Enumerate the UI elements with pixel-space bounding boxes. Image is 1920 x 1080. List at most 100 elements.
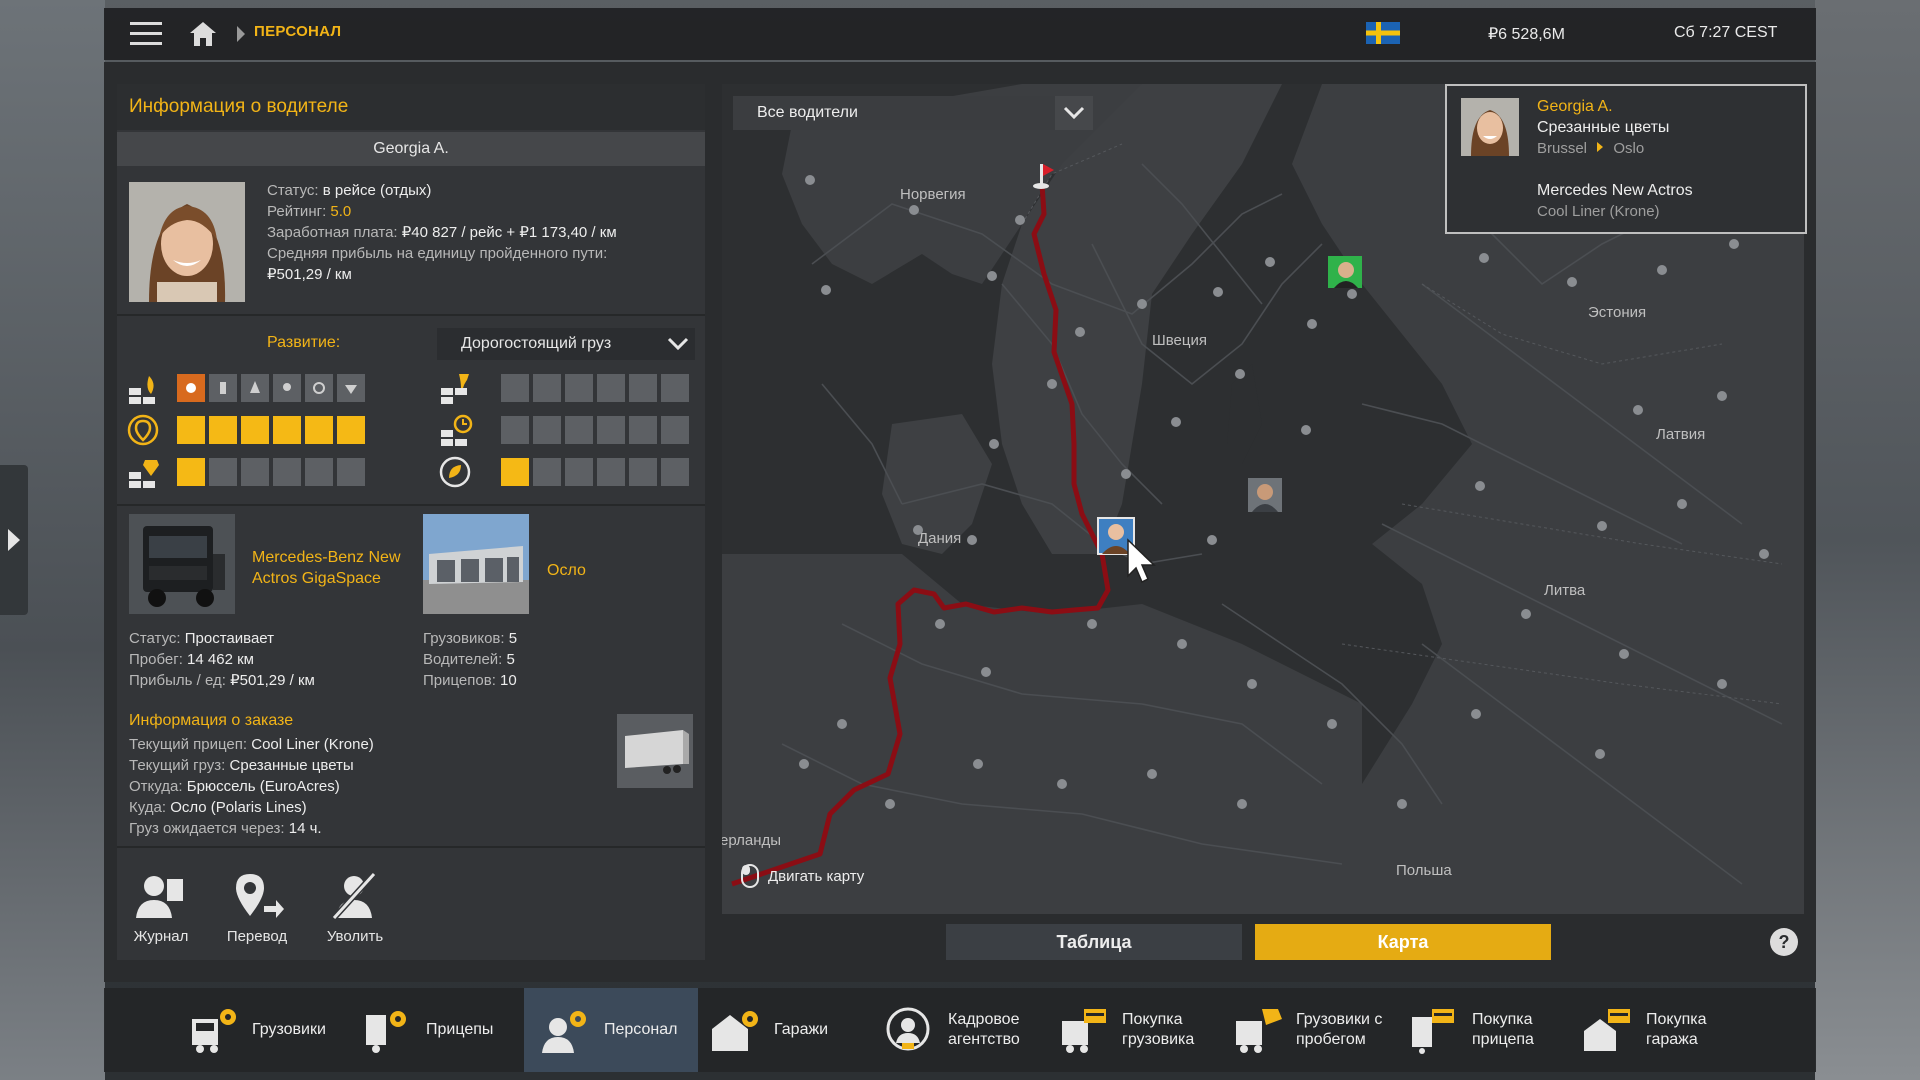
transfer-button[interactable]: Перевод <box>217 872 297 945</box>
driver-avatar <box>129 182 245 302</box>
high-value-level-2 <box>209 458 237 486</box>
salary-value: ₽40 827 / рейс + ₽1 173,40 / км <box>401 224 617 241</box>
corrosive-icon <box>345 385 357 394</box>
garage-drivers-label: Водителей: <box>423 651 503 668</box>
adr-class-corrosive[interactable] <box>337 374 365 402</box>
status-label: Статус: <box>267 182 319 199</box>
map-drag-hint: Двигать карту <box>740 862 864 890</box>
distance-level-5 <box>305 416 333 444</box>
eco-level-5 <box>629 458 657 486</box>
order-from-label: Откуда: <box>129 778 183 795</box>
salary-label: Заработная плата: <box>267 224 398 241</box>
journal-button[interactable]: Журнал <box>121 872 201 945</box>
adr-skill-icon <box>129 376 155 404</box>
truck-image[interactable] <box>129 514 235 614</box>
nav-staff-label: Персонал <box>604 1021 678 1038</box>
distance-skill-icon <box>127 414 159 446</box>
eco-level-3 <box>565 458 593 486</box>
high-value-level-1 <box>177 458 205 486</box>
adr-class-radioactive[interactable] <box>305 374 333 402</box>
breadcrumb-arrow-icon <box>237 26 245 42</box>
flame-icon <box>250 381 260 393</box>
truck-name[interactable]: Mercedes-Benz New Actros GigaSpace <box>252 547 401 589</box>
driver-filter-dropdown-button[interactable] <box>1055 96 1093 130</box>
driver-actions: Журнал Перевод Уволить <box>117 862 705 960</box>
order-to-value: Осло (Polaris Lines) <box>170 799 307 816</box>
nav-buy-garage[interactable]: Покупка гаража <box>1582 988 1742 1072</box>
rating-value: 5.0 <box>330 203 352 220</box>
distance-level-4 <box>273 416 301 444</box>
used-trucks-icon <box>1236 1009 1282 1053</box>
nav-buy-garage-label: Покупка гаража <box>1646 1010 1707 1050</box>
driver-info-panel: Информация о водителе Georgia A. Статус:… <box>117 84 705 960</box>
eco-driving-skill-icon <box>439 456 471 488</box>
just-in-time-level-5 <box>629 416 657 444</box>
game-clock: Сб 7:27 CEST <box>1674 24 1778 41</box>
nav-buy-truck-label: Покупка грузовика <box>1122 1010 1194 1050</box>
development-select[interactable]: Дорогостоящий груз <box>437 328 695 360</box>
help-icon[interactable]: ? <box>1770 928 1798 956</box>
menu-icon[interactable] <box>130 20 162 48</box>
fire-label: Уволить <box>326 928 384 945</box>
garage-trucks-label: Грузовиков: <box>423 630 505 647</box>
garage-city[interactable]: Осло <box>547 562 586 580</box>
adr-class-explosive[interactable] <box>177 374 205 402</box>
truck-status-label: Статус: <box>129 630 181 647</box>
order-from-value: Брюссель (EuroAcres) <box>186 778 340 795</box>
truck-mileage-label: Пробег: <box>129 651 183 668</box>
garage-image[interactable] <box>423 514 529 614</box>
nav-garages[interactable]: Гаражи <box>710 988 860 1072</box>
driver-filter-select[interactable]: Все водители <box>733 96 1093 130</box>
breadcrumb-current[interactable]: ПЕРСОНАЛ <box>254 23 341 40</box>
adr-class-gas[interactable] <box>209 374 237 402</box>
garage-trailers-label: Прицепов: <box>423 672 496 689</box>
home-icon[interactable] <box>188 20 218 48</box>
nav-used-trucks[interactable]: Грузовики с пробегом <box>1232 988 1402 1072</box>
map-label-norway: Норвегия <box>900 186 966 203</box>
garage-stats: Грузовиков: 5 Водителей: 5 Прицепов: 10 <box>423 628 517 691</box>
toxic-icon <box>283 383 291 391</box>
fragile-level-3 <box>565 374 593 402</box>
map-label-netherlands: ерланды <box>722 832 782 849</box>
top-bar: ПЕРСОНАЛ ₽6 528,6M Сб 7:27 CEST <box>104 8 1816 60</box>
nav-used-trucks-line-2: пробегом <box>1296 1031 1366 1048</box>
nav-agency-line-1: Кадровое <box>948 1011 1020 1028</box>
map-label-sweden: Швеция <box>1152 332 1207 349</box>
development-row: Развитие: Дорогостоящий груз <box>117 322 705 366</box>
nav-agency-line-2: агентство <box>948 1031 1020 1048</box>
fragile-level-5 <box>629 374 657 402</box>
nav-buy-trailer[interactable]: Покупка прицепа <box>1408 988 1568 1072</box>
high-value-level-3 <box>241 458 269 486</box>
money-balance: ₽6 528,6M <box>1488 26 1565 43</box>
truck-status-value: Простаивает <box>184 630 275 647</box>
popup-route-from: Brussel <box>1537 140 1588 157</box>
table-view-button[interactable]: Таблица <box>946 924 1242 960</box>
panel-header: Информация о водителе <box>117 84 705 130</box>
garage-trailers-value: 10 <box>500 672 517 689</box>
map-view-button[interactable]: Карта <box>1255 924 1551 960</box>
fragile-level-1 <box>501 374 529 402</box>
driver-details: Статус: в рейсе (отдых) Рейтинг: 5.0 Зар… <box>267 180 617 285</box>
adr-class-toxic[interactable] <box>273 374 301 402</box>
order-info-title: Информация о заказе <box>129 712 294 729</box>
nav-buy-garage-line-1: Покупка <box>1646 1011 1707 1028</box>
adr-class-flammable[interactable] <box>241 374 269 402</box>
nav-trucks[interactable]: Грузовики <box>188 988 348 1072</box>
fire-button[interactable]: Уволить <box>315 872 395 945</box>
nav-buy-truck[interactable]: Покупка грузовика <box>1058 988 1218 1072</box>
driver-marker-other-1 <box>1328 256 1362 288</box>
nav-recruitment-agency[interactable]: Кадровое агентство <box>884 988 1044 1072</box>
nav-staff[interactable]: Персонал <box>524 988 698 1072</box>
journal-icon <box>136 876 185 918</box>
driver-name: Georgia A. <box>117 132 705 166</box>
popup-trailer: Cool Liner (Krone) <box>1537 203 1660 220</box>
nav-trailers[interactable]: Прицепы <box>362 988 522 1072</box>
panel-title: Информация о водителе <box>129 96 349 117</box>
nav-garages-label: Гаражи <box>774 1021 829 1038</box>
buy-truck-icon <box>1062 1009 1106 1053</box>
side-expand-tab[interactable] <box>0 465 28 615</box>
transfer-icon <box>236 874 284 918</box>
popup-route-to: Oslo <box>1613 140 1645 157</box>
garage-building-icon <box>423 514 529 614</box>
just-in-time-level-2 <box>533 416 561 444</box>
